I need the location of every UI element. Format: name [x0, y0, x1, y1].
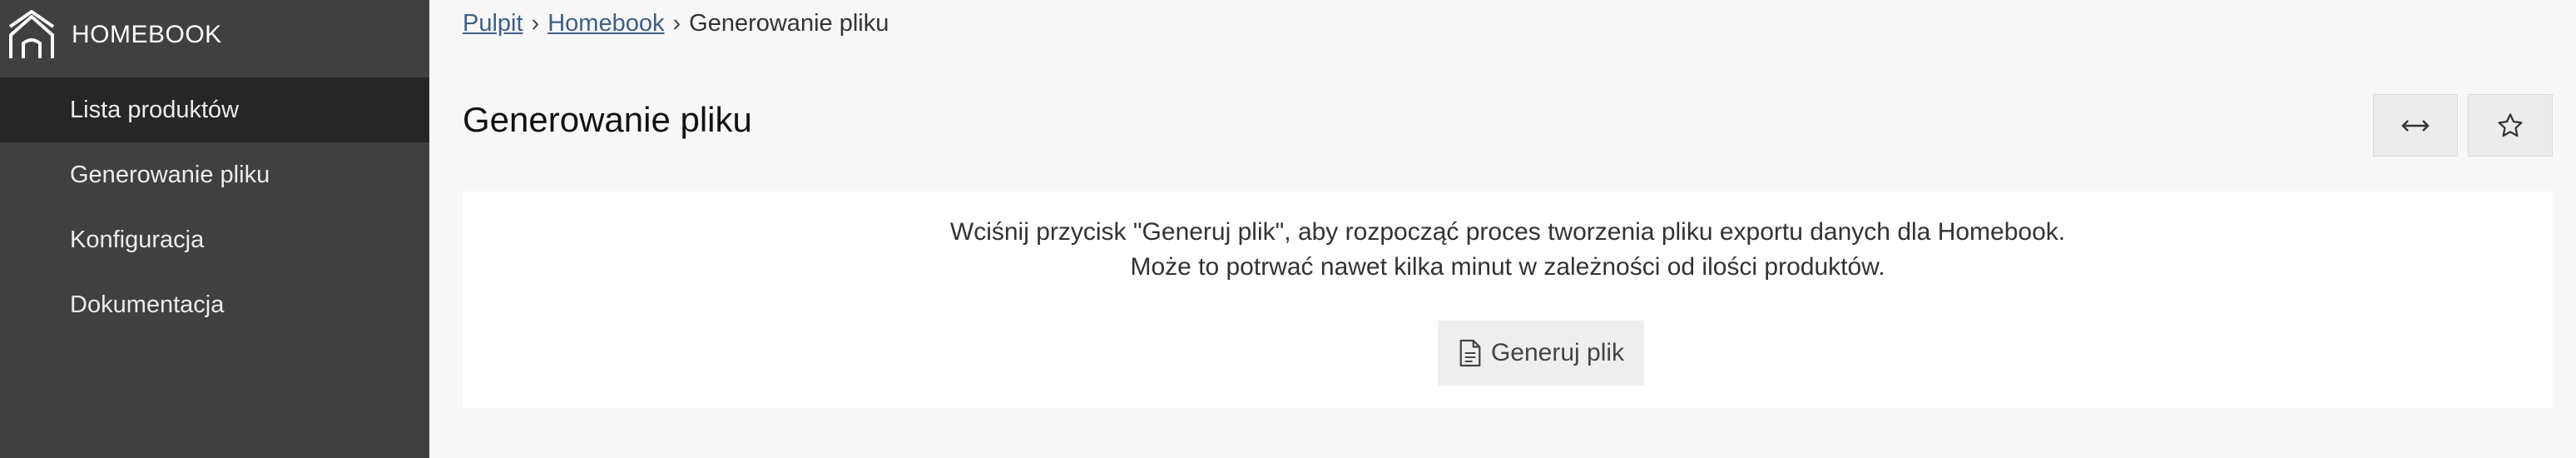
- main-content: Pulpit › Homebook › Generowanie pliku Genero…: [429, 0, 2576, 458]
- sidebar-item-label: Lista produktów: [70, 96, 240, 123]
- sidebar-item-label: Dokumentacja: [70, 291, 225, 318]
- app-name: HOMEBOOK: [72, 21, 222, 48]
- page-title: Generowanie pliku: [463, 100, 752, 139]
- breadcrumb-current: Generowanie pliku: [689, 10, 889, 37]
- generate-panel: Wciśnij przycisk "Generuj plik", aby roz…: [463, 192, 2553, 408]
- sidebar-item-generowanie-pliku[interactable]: Generowanie pliku: [0, 142, 429, 207]
- favorite-button[interactable]: [2468, 94, 2553, 157]
- brand[interactable]: HOMEBOOK: [0, 0, 429, 70]
- generate-file-label: Generuj plik: [1490, 339, 1625, 366]
- panel-description: Wciśnij przycisk "Generuj plik", aby roz…: [463, 215, 2553, 285]
- breadcrumb-link-homebook[interactable]: Homebook: [547, 10, 664, 37]
- sidebar-nav: Lista produktów Generowanie pliku Konfig…: [0, 77, 429, 337]
- expand-horizontal-icon: [2401, 119, 2430, 132]
- sidebar-item-label: Generowanie pliku: [70, 161, 270, 188]
- generate-file-button[interactable]: Generuj plik: [1438, 321, 1644, 386]
- breadcrumb-link-pulpit[interactable]: Pulpit: [463, 10, 523, 37]
- page-actions: [2373, 94, 2553, 157]
- sidebar-item-lista-produktow[interactable]: Lista produktów: [0, 77, 429, 142]
- house-icon: [8, 10, 55, 58]
- panel-text-line-1: Wciśnij przycisk "Generuj plik", aby roz…: [949, 218, 2066, 246]
- sidebar-item-konfiguracja[interactable]: Konfiguracja: [0, 207, 429, 272]
- sidebar-item-label: Konfiguracja: [70, 226, 205, 253]
- sidebar: HOMEBOOK Lista produktów Generowanie pli…: [0, 0, 429, 458]
- expand-width-button[interactable]: [2373, 94, 2458, 157]
- breadcrumb: Pulpit › Homebook › Generowanie pliku: [463, 10, 889, 37]
- sidebar-item-dokumentacja[interactable]: Dokumentacja: [0, 272, 429, 337]
- panel-text-line-2: Może to potrwać nawet kilka minut w zale…: [1130, 253, 1885, 281]
- breadcrumb-separator: ›: [672, 10, 681, 37]
- file-icon: [1459, 339, 1481, 367]
- star-icon: [2498, 112, 2523, 137]
- breadcrumb-separator: ›: [531, 10, 540, 37]
